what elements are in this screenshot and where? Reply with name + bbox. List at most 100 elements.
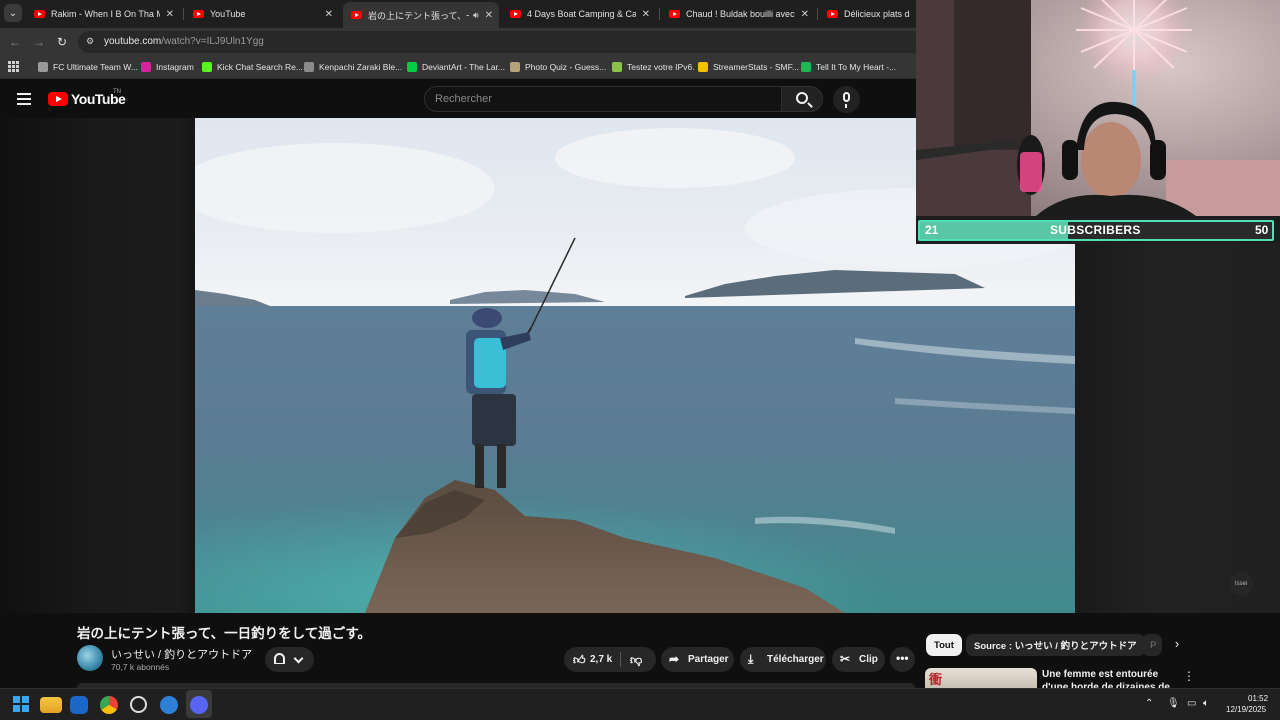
webcam-feed [916,0,1280,216]
more-horizontal-icon: ••• [896,651,909,665]
back-arrow-icon[interactable]: ← [6,33,24,51]
apps-grid-icon[interactable] [8,61,19,72]
bookmark-item[interactable]: DeviantArt - The Lar... [407,60,505,74]
chip-partial[interactable]: P [1142,634,1162,656]
bookmark-item[interactable]: Instagram [141,60,194,74]
bookmark-label: DeviantArt - The Lar... [422,62,505,72]
search-input[interactable]: Rechercher [424,86,782,112]
file-explorer-icon[interactable] [40,697,62,713]
clip-button[interactable]: ✂ Clip [832,647,885,672]
tab-title: YouTube [210,9,246,19]
chevron-right-icon[interactable]: › [1168,636,1186,654]
player-side-backdrop [1075,240,1280,613]
chip-all[interactable]: Tout [926,634,962,656]
subscriber-count: 70,7 k abonnés [111,662,170,672]
forward-arrow-icon[interactable]: → [30,33,48,51]
recommended-title[interactable]: Une femme est entourée d'une horde de di… [1042,668,1172,688]
chip-source-channel[interactable]: Source : いっせい / 釣りとアウトドア [966,634,1145,656]
more-actions-button[interactable]: ••• [890,647,915,672]
bookmark-favicon-icon [407,62,417,72]
tab-search-button[interactable]: ⌄ [4,4,22,22]
channel-avatar[interactable] [77,645,103,671]
channel-name[interactable]: いっせい / 釣りとアウトドア [111,646,252,662]
close-tab-icon[interactable]: ✕ [801,9,809,20]
close-tab-icon[interactable]: ✕ [642,9,650,20]
recommended-thumbnail[interactable]: 衝 [925,668,1037,688]
share-button[interactable]: ➦ Partager [661,647,734,672]
watermark-text: Issei [1234,581,1248,587]
subscriber-current-count: 21 [925,223,939,237]
search-button[interactable] [781,86,823,112]
bookmark-item[interactable]: Photo Quiz - Guess... [510,60,606,74]
bookmark-item[interactable]: Kick Chat Search Re... [202,60,303,74]
bookmark-label: Testez votre IPv6. [627,62,695,72]
tab-rakim[interactable]: Rakim - When I B On Tha Mic ( ✕ [26,3,180,25]
tab-buldak[interactable]: Chaud ! Buldak bouilli avec une ✕ [661,3,815,25]
bookmark-favicon-icon [38,62,48,72]
network-icon[interactable]: ▭ [1187,698,1196,709]
close-tab-icon[interactable]: ✕ [325,9,333,20]
tab-title: 4 Days Boat Camping & Catchin [527,9,636,19]
close-tab-icon[interactable]: ✕ [166,9,174,20]
bookmark-label: Instagram [156,62,194,72]
thumbs-up-icon[interactable]: 👍︎ [573,653,586,668]
tab-separator [659,8,660,20]
bookmark-item[interactable]: Testez votre IPv6. [612,60,695,74]
share-label: Partager [688,654,729,665]
bookmark-item[interactable]: Kenpachi Zaraki Ble... [304,60,402,74]
close-tab-icon[interactable]: ✕ [485,10,493,21]
chrome-icon[interactable] [100,696,118,714]
tab-boat-camping[interactable]: 4 Days Boat Camping & Catchin ✕ [502,3,656,25]
country-code: TN [113,89,121,95]
obs-icon[interactable] [130,696,147,713]
like-count[interactable]: 2,7 k [590,654,612,665]
bookmark-favicon-icon [612,62,622,72]
speaker-icon[interactable]: 🔊︎ [473,10,479,21]
tab-youtube[interactable]: YouTube ✕ [185,3,339,25]
youtube-logo-icon[interactable] [48,92,68,106]
discord-icon [190,696,208,714]
bell-icon [274,653,285,664]
youtube-favicon-icon [351,11,362,19]
app-icon[interactable] [160,696,178,714]
thumbnail-text: 衝 [929,672,943,687]
bookmark-favicon-icon [304,62,314,72]
youtube-favicon-icon [193,10,204,18]
tab-plats-fruits[interactable]: Délicieux plats de fru [819,3,916,25]
chevron-up-icon[interactable]: ⌃ [1145,698,1153,709]
chevron-down-icon: ⌄ [8,7,18,19]
thumbs-down-icon[interactable]: 👎︎ [630,653,642,668]
bookmark-item[interactable]: Tell It To My Heart -... [801,60,896,74]
windows-start-icon[interactable] [13,696,29,712]
voice-search-button[interactable] [833,86,860,113]
outlook-icon[interactable] [70,696,88,714]
url-path: /watch?v=ILJ9Uln1Ygg [161,36,264,47]
notification-bell-button[interactable] [265,647,314,672]
clip-label: Clip [859,654,878,665]
bookmark-favicon-icon [141,62,151,72]
bookmark-label: FC Ultimate Team W... [53,62,138,72]
microphone-icon[interactable]: 🎙︎ [1167,698,1180,709]
bookmark-item[interactable]: FC Ultimate Team W... [38,60,138,74]
menu-hamburger-icon[interactable] [17,93,31,105]
reload-icon[interactable]: ↻ [53,33,71,51]
url-text[interactable]: youtube.com/watch?v=ILJ9Uln1Ygg [104,36,264,47]
download-button[interactable]: ⤓ Télécharger [740,647,826,672]
tab-current-video[interactable]: 岩の上にテント張って、一日釣りを 🔊︎ ✕ [343,2,499,28]
like-dislike-group: 👍︎ 2,7 k 👎︎ [564,647,656,672]
divider [620,652,621,667]
bookmark-favicon-icon [698,62,708,72]
share-icon: ➦ [669,652,680,666]
clock-time[interactable]: 01:52 [1248,694,1268,703]
subscriber-goal-label: SUBSCRIBERS [1050,223,1141,237]
clock-date[interactable]: 12/19/2025 [1226,705,1266,714]
bookmark-item[interactable]: StreamerStats - SMF... [698,60,799,74]
tab-separator [817,8,818,20]
more-vertical-icon[interactable]: ⋮ [1183,669,1195,683]
bookmark-label: Kenpachi Zaraki Ble... [319,62,403,72]
site-info-icon[interactable]: ⚙ [86,36,98,48]
search-placeholder: Rechercher [435,93,492,105]
channel-watermark[interactable]: Issei [1229,572,1253,596]
bookmark-label: Photo Quiz - Guess... [525,62,607,72]
volume-icon[interactable]: 🔈︎ [1203,698,1209,709]
